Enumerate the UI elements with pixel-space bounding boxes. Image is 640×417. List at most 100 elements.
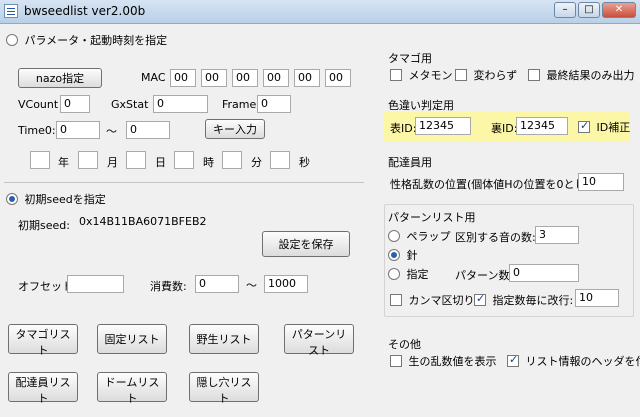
newline-field[interactable]: 10 bbox=[575, 289, 619, 307]
time0-from-field[interactable]: 0 bbox=[56, 121, 100, 139]
raw-rand-checkbox[interactable]: 生の乱数値を表示 bbox=[390, 353, 497, 369]
delivery-list-button[interactable]: 配達員リスト bbox=[8, 372, 78, 405]
needle-radio[interactable]: 針 bbox=[388, 247, 418, 263]
close-button[interactable]: ✕ bbox=[602, 2, 636, 18]
comma-check-box[interactable] bbox=[390, 294, 402, 306]
seed-field[interactable]: 0x14B11BA6071BFEB2 bbox=[76, 214, 208, 232]
tid-field[interactable]: 12345 bbox=[415, 117, 471, 135]
hidden-hole-list-button[interactable]: 隠し穴リスト bbox=[189, 372, 259, 405]
key-input-button[interactable]: キー入力 bbox=[205, 119, 265, 139]
other-heading: その他 bbox=[388, 338, 421, 351]
comma-label: カンマ区切り bbox=[408, 294, 475, 307]
pattern-list-button[interactable]: パターンリスト bbox=[284, 324, 354, 357]
seed-mode-radio[interactable]: 初期seedを指定 bbox=[6, 191, 106, 207]
save-settings-button[interactable]: 設定を保存 bbox=[262, 231, 350, 257]
metamon-checkbox[interactable]: メタモン bbox=[390, 67, 453, 83]
consume-label: 消費数: bbox=[150, 280, 187, 293]
newline-label: 指定数毎に改行: bbox=[492, 294, 574, 307]
pattern-count-label: パターン数: bbox=[455, 269, 514, 282]
kawarazu-checkbox[interactable]: 変わらず bbox=[455, 67, 517, 83]
sid-label: 裏ID: bbox=[491, 122, 518, 135]
kawarazu-label: 変わらず bbox=[473, 69, 518, 82]
seed-mode-radio-circle[interactable] bbox=[6, 193, 18, 205]
divider bbox=[4, 182, 364, 183]
frame-field[interactable]: 0 bbox=[257, 95, 291, 113]
second-field[interactable] bbox=[270, 151, 290, 169]
month-field[interactable] bbox=[78, 151, 98, 169]
newline-checkbox[interactable]: 指定数毎に改行: bbox=[474, 292, 573, 308]
tone-field[interactable]: 3 bbox=[535, 226, 579, 244]
fixed-list-button[interactable]: 固定リスト bbox=[97, 324, 167, 354]
year-label: 年 bbox=[58, 156, 69, 169]
consume-from-field[interactable]: 0 bbox=[195, 275, 239, 293]
metamon-check-box[interactable] bbox=[390, 69, 402, 81]
seed-label: 初期seed: bbox=[18, 219, 70, 232]
newline-check-box[interactable] bbox=[474, 292, 486, 306]
day-field[interactable] bbox=[126, 151, 146, 169]
needle-label: 針 bbox=[406, 249, 418, 262]
time0-to-field[interactable]: 0 bbox=[126, 121, 170, 139]
hour-label: 時 bbox=[203, 156, 214, 169]
pattern-count-field[interactable]: 0 bbox=[509, 264, 579, 282]
needle-radio-circle[interactable] bbox=[388, 249, 400, 261]
tid-label: 表ID: bbox=[390, 122, 417, 135]
raw-rand-check-box[interactable] bbox=[390, 355, 402, 367]
mac-label: MAC bbox=[141, 71, 166, 84]
mac-field-5[interactable]: 00 bbox=[294, 69, 320, 87]
specify-label: 指定 bbox=[406, 268, 429, 281]
nazo-button[interactable]: nazo指定 bbox=[18, 68, 102, 88]
egg-heading: タマゴ用 bbox=[388, 52, 432, 65]
consume-tilde: ～ bbox=[246, 279, 257, 292]
offset-field[interactable] bbox=[67, 275, 124, 293]
hour-field[interactable] bbox=[174, 151, 194, 169]
header-check-box[interactable] bbox=[507, 353, 519, 367]
minute-label: 分 bbox=[251, 156, 262, 169]
year-field[interactable] bbox=[30, 151, 50, 169]
final-only-label: 最終結果のみ出力 bbox=[546, 69, 635, 82]
param-mode-radio[interactable]: パラメータ・起動時刻を指定 bbox=[6, 32, 167, 48]
app-icon bbox=[4, 4, 18, 18]
specify-radio-circle[interactable] bbox=[388, 268, 400, 280]
comma-checkbox[interactable]: カンマ区切り bbox=[390, 292, 475, 308]
perap-radio[interactable]: ペラップ bbox=[388, 228, 451, 244]
seed-mode-label: 初期seedを指定 bbox=[24, 193, 106, 206]
title-bar: bwseedlist ver2.00b – □ ✕ bbox=[0, 0, 640, 24]
gxstat-field[interactable]: 0 bbox=[153, 95, 208, 113]
mac-field-4[interactable]: 00 bbox=[263, 69, 289, 87]
consume-to-field[interactable]: 1000 bbox=[264, 275, 308, 293]
month-label: 月 bbox=[107, 156, 118, 169]
personality-label: 性格乱数の位置(個体値Hの位置を0として): bbox=[390, 178, 605, 191]
time0-label: Time0: bbox=[18, 124, 56, 137]
dome-list-button[interactable]: ドームリスト bbox=[97, 372, 167, 405]
param-mode-radio-circle[interactable] bbox=[6, 34, 18, 46]
specify-radio[interactable]: 指定 bbox=[388, 266, 429, 282]
mac-field-1[interactable]: 00 bbox=[170, 69, 196, 87]
final-only-checkbox[interactable]: 最終結果のみ出力 bbox=[528, 67, 635, 83]
second-label: 秒 bbox=[299, 156, 310, 169]
mac-field-2[interactable]: 00 bbox=[201, 69, 227, 87]
window-title: bwseedlist ver2.00b bbox=[24, 4, 146, 18]
pattern-heading: パターンリスト用 bbox=[388, 211, 476, 224]
final-only-check-box[interactable] bbox=[528, 69, 540, 81]
mac-field-6[interactable]: 00 bbox=[325, 69, 351, 87]
maximize-button[interactable]: □ bbox=[578, 2, 600, 18]
vcount-field[interactable]: 0 bbox=[60, 95, 90, 113]
personality-field[interactable]: 10 bbox=[578, 173, 624, 191]
tone-label: 区別する音の数: bbox=[455, 231, 536, 244]
header-checkbox[interactable]: リスト情報のヘッダを付加 bbox=[507, 353, 640, 369]
wild-list-button[interactable]: 野生リスト bbox=[189, 324, 259, 354]
id-correct-check-box[interactable] bbox=[578, 119, 590, 133]
id-correct-checkbox[interactable]: ID補正 bbox=[578, 119, 630, 135]
egg-list-button[interactable]: タマゴリスト bbox=[8, 324, 78, 357]
frame-label: Frame bbox=[222, 98, 257, 111]
gxstat-label: GxStat bbox=[111, 98, 149, 111]
perap-radio-circle[interactable] bbox=[388, 230, 400, 242]
raw-rand-label: 生の乱数値を表示 bbox=[408, 355, 497, 368]
minute-field[interactable] bbox=[222, 151, 242, 169]
delivery-heading: 配達員用 bbox=[388, 156, 432, 169]
vcount-label: VCount bbox=[18, 98, 59, 111]
mac-field-3[interactable]: 00 bbox=[232, 69, 258, 87]
minimize-button[interactable]: – bbox=[554, 2, 576, 18]
kawarazu-check-box[interactable] bbox=[455, 69, 467, 81]
sid-field[interactable]: 12345 bbox=[516, 117, 568, 135]
